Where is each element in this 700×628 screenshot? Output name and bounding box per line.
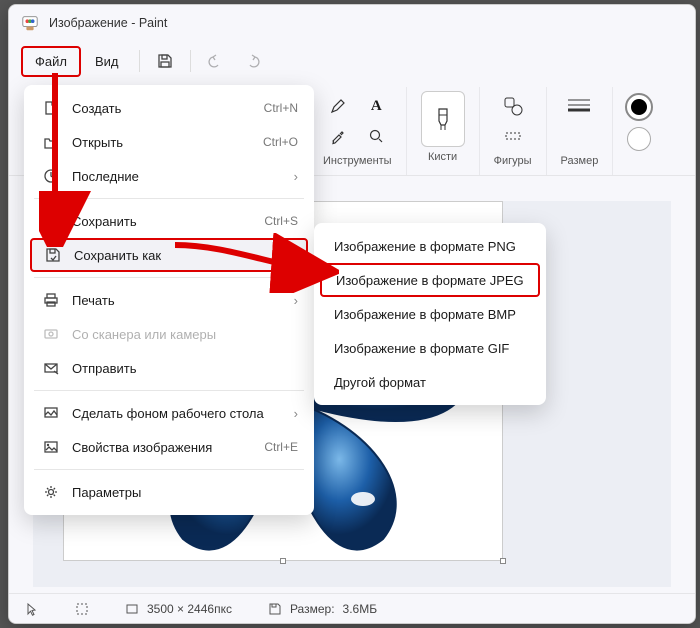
submenu-item-label: Изображение в формате GIF: [334, 341, 509, 356]
open-icon: [40, 134, 62, 150]
saveas-sub-item[interactable]: Другой формат: [320, 365, 540, 399]
undo-button: [199, 46, 233, 76]
menu-item-label: Отправить: [72, 361, 298, 376]
file-menu: СоздатьCtrl+NОткрытьCtrl+OПоследние›Сохр…: [24, 85, 314, 515]
send-icon: [40, 360, 62, 376]
menu-item-label: Параметры: [72, 485, 298, 500]
shapes-icon[interactable]: [500, 93, 526, 119]
wallpaper-icon: [40, 405, 62, 421]
submenu-item-label: Изображение в формате BMP: [334, 307, 516, 322]
file-menu-item[interactable]: Параметры: [30, 475, 308, 509]
menu-view[interactable]: Вид: [83, 48, 131, 75]
eyedropper-icon[interactable]: [325, 123, 351, 149]
separator: [190, 50, 191, 72]
selection-icon: [75, 602, 89, 616]
ribbon-label-shapes: Фигуры: [494, 155, 532, 167]
menu-separator: [34, 198, 304, 199]
menubar: Файл Вид: [9, 41, 695, 81]
ribbon-group-shapes: Фигуры: [479, 87, 546, 175]
ribbon-label-tools: Инструменты: [323, 155, 392, 167]
color2-swatch[interactable]: [627, 127, 651, 151]
settings-icon: [40, 484, 62, 500]
file-size: Размер: 3.6МБ: [268, 602, 377, 616]
menu-item-label: Сохранить: [72, 214, 264, 229]
ribbon-group-size: Размер: [546, 87, 613, 175]
menu-item-shortcut: Ctrl+S: [264, 214, 298, 228]
menu-item-label: Сделать фоном рабочего стола: [72, 406, 294, 421]
scanner-icon: [40, 326, 62, 342]
menu-item-label: Со сканера или камеры: [72, 327, 298, 342]
menu-separator: [34, 469, 304, 470]
menu-item-label: Последние: [72, 169, 294, 184]
submenu-item-label: Изображение в формате JPEG: [336, 273, 524, 288]
menu-item-shortcut: Ctrl+O: [263, 135, 298, 149]
recent-icon: [40, 168, 62, 184]
app-icon: [21, 14, 39, 32]
file-menu-item[interactable]: Сохранить как›: [30, 238, 308, 272]
file-menu-item[interactable]: ОткрытьCtrl+O: [30, 125, 308, 159]
separator: [139, 50, 140, 72]
file-menu-item[interactable]: Свойства изображенияCtrl+E: [30, 430, 308, 464]
file-menu-item[interactable]: Сделать фоном рабочего стола›: [30, 396, 308, 430]
file-menu-item[interactable]: Последние›: [30, 159, 308, 193]
size-icon[interactable]: [566, 93, 592, 119]
new-icon: [40, 100, 62, 116]
window-title: Изображение - Paint: [49, 16, 167, 30]
saveas-sub-item[interactable]: Изображение в формате GIF: [320, 331, 540, 365]
menu-item-label: Сохранить как: [74, 248, 292, 263]
brushes-button[interactable]: [421, 91, 465, 147]
pencil-icon[interactable]: [325, 93, 351, 119]
resize-handle[interactable]: [280, 558, 286, 564]
chevron-right-icon: ›: [294, 406, 298, 421]
save-icon-button[interactable]: [148, 46, 182, 76]
magnifier-icon[interactable]: [363, 123, 389, 149]
saveas-sub-item[interactable]: Изображение в формате PNG: [320, 229, 540, 263]
resize-handle[interactable]: [500, 558, 506, 564]
saveas-icon: [42, 247, 64, 263]
text-icon[interactable]: A: [363, 93, 389, 119]
file-menu-item[interactable]: СоздатьCtrl+N: [30, 91, 308, 125]
ribbon-group-colors: [612, 87, 665, 175]
file-menu-item[interactable]: Отправить: [30, 351, 308, 385]
menu-item-shortcut: Ctrl+E: [264, 440, 298, 454]
submenu-item-label: Изображение в формате PNG: [334, 239, 516, 254]
outline-icon[interactable]: [500, 123, 526, 149]
menu-item-label: Печать: [72, 293, 294, 308]
cursor-tool-icon: [25, 602, 39, 616]
saveas-submenu: Изображение в формате PNG Изображение в ф…: [314, 223, 546, 405]
canvas-dimensions: 3500 × 2446пкс: [125, 602, 232, 616]
file-menu-item[interactable]: Печать›: [30, 283, 308, 317]
chevron-right-icon: ›: [294, 169, 298, 184]
print-icon: [40, 292, 62, 308]
chevron-right-icon: ›: [294, 293, 298, 308]
ribbon-label-size: Размер: [561, 155, 599, 167]
ribbon-label-brushes: Кисти: [428, 151, 457, 163]
saveas-sub-item[interactable]: Изображение в формате JPEG: [320, 263, 540, 297]
file-menu-item: Со сканера или камеры: [30, 317, 308, 351]
props-icon: [40, 439, 62, 455]
menu-file[interactable]: Файл: [21, 46, 81, 77]
menu-item-shortcut: Ctrl+N: [264, 101, 298, 115]
menu-separator: [34, 277, 304, 278]
statusbar: 3500 × 2446пкс Размер: 3.6МБ: [9, 593, 695, 623]
menu-item-label: Открыть: [72, 135, 263, 150]
save-icon: [40, 213, 62, 229]
ribbon-group-tools: A Инструменты: [309, 87, 406, 175]
menu-separator: [34, 390, 304, 391]
file-menu-item[interactable]: СохранитьCtrl+S: [30, 204, 308, 238]
menu-item-label: Свойства изображения: [72, 440, 264, 455]
color1-swatch[interactable]: [627, 95, 651, 119]
titlebar: Изображение - Paint: [9, 5, 695, 41]
chevron-right-icon: ›: [292, 248, 296, 263]
ribbon-group-brushes: Кисти: [406, 87, 479, 175]
submenu-item-label: Другой формат: [334, 375, 426, 390]
menu-item-label: Создать: [72, 101, 264, 116]
redo-button: [235, 46, 269, 76]
saveas-sub-item[interactable]: Изображение в формате BMP: [320, 297, 540, 331]
